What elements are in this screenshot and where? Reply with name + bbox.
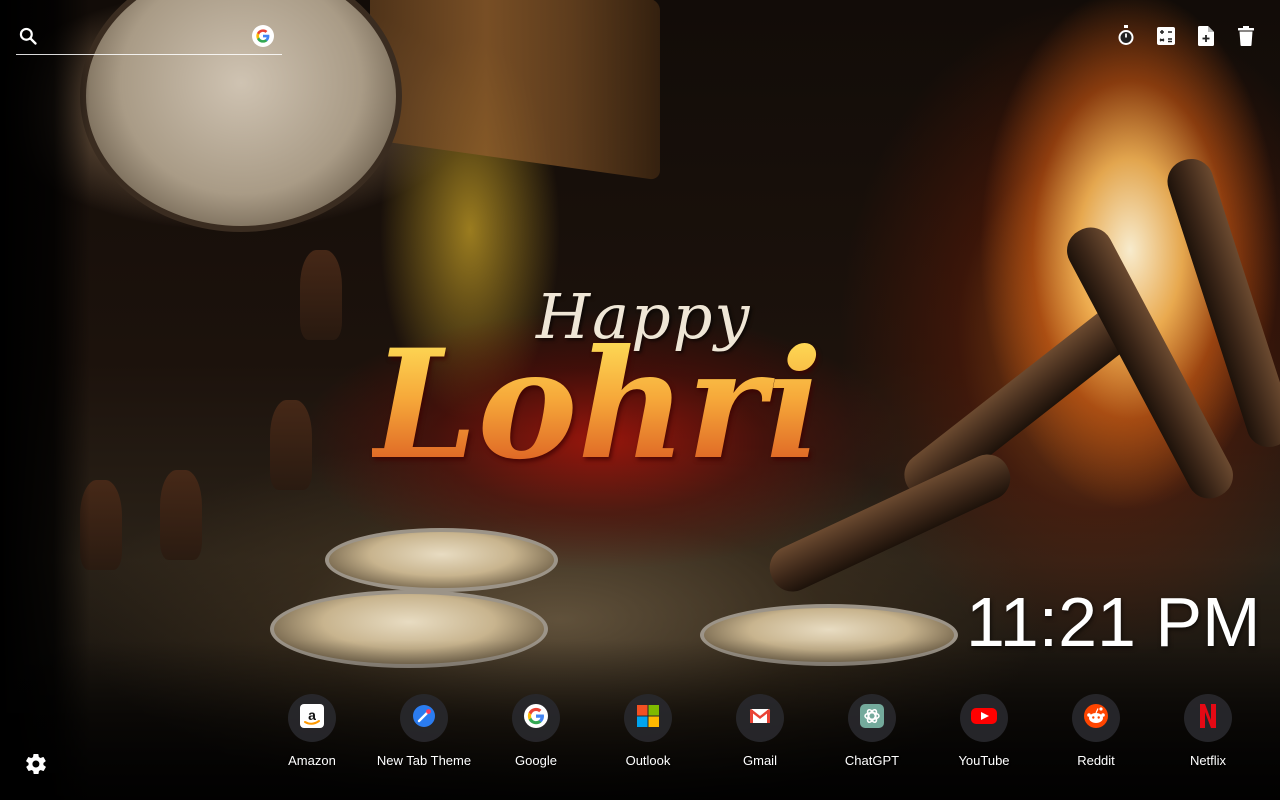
shortcut-label: ChatGPT [844, 753, 900, 768]
file-add-icon[interactable] [1196, 22, 1216, 50]
new-tab-page: Happy Lohri 11:21 PM a Amazon New Tab Th… [0, 0, 1280, 800]
chatgpt-icon [860, 703, 884, 733]
shortcut-tile[interactable] [1184, 694, 1232, 742]
google-icon[interactable] [252, 25, 274, 47]
gmail-icon [748, 704, 772, 733]
peanut-bowl [325, 528, 558, 592]
tassel-decoration [270, 400, 312, 490]
shortcut-label: YouTube [958, 753, 1010, 768]
shortcut-tile[interactable] [960, 694, 1008, 742]
dhol-drum-body [370, 0, 660, 181]
shortcut-youtube[interactable]: YouTube [928, 694, 1040, 768]
shortcut-label: Netflix [1189, 753, 1227, 768]
stopwatch-icon[interactable] [1116, 22, 1136, 50]
tassel-decoration [160, 470, 202, 560]
shortcut-gmail[interactable]: Gmail [704, 694, 816, 768]
microsoft-icon [636, 704, 660, 733]
amazon-icon: a [300, 703, 324, 733]
shortcut-tile[interactable] [624, 694, 672, 742]
top-toolbar [1116, 22, 1256, 50]
search-bar[interactable] [16, 18, 282, 55]
shortcut-amazon[interactable]: a Amazon [256, 694, 368, 768]
youtube-icon [971, 706, 997, 731]
tassel-decoration [300, 250, 342, 340]
shortcut-outlook[interactable]: Outlook [592, 694, 704, 768]
greeting-lohri: Lohri [372, 317, 823, 493]
wallpaper-background: Happy Lohri [0, 0, 1280, 800]
shortcut-label: Reddit [1077, 753, 1115, 768]
shortcut-new-tab-theme[interactable]: New Tab Theme [368, 694, 480, 768]
google-icon [524, 703, 548, 733]
trash-icon[interactable] [1236, 22, 1256, 50]
search-icon[interactable] [18, 26, 38, 46]
shortcut-label: Google [515, 753, 557, 768]
shortcut-chatgpt[interactable]: ChatGPT [816, 694, 928, 768]
shortcut-label: New Tab Theme [376, 753, 472, 768]
clock-display: 11:21 PM [966, 583, 1261, 661]
calculator-icon[interactable] [1156, 22, 1176, 50]
shortcut-tile[interactable] [400, 694, 448, 742]
shortcut-tile[interactable] [848, 694, 896, 742]
gear-icon[interactable] [24, 752, 48, 776]
shortcut-label: Gmail [743, 753, 777, 768]
shortcuts-bar: a Amazon New Tab Theme Google Outlook Gm… [256, 694, 1264, 768]
shortcut-tile[interactable]: a [288, 694, 336, 742]
shortcut-tile[interactable] [512, 694, 560, 742]
new-tab-theme-icon [412, 704, 436, 733]
shortcut-label: Outlook [625, 753, 671, 768]
shortcut-label: Amazon [288, 753, 336, 768]
reddit-icon [1084, 703, 1108, 733]
shortcut-tile[interactable] [736, 694, 784, 742]
shortcut-google[interactable]: Google [480, 694, 592, 768]
shortcut-netflix[interactable]: Netflix [1152, 694, 1264, 768]
shortcut-reddit[interactable]: Reddit [1040, 694, 1152, 768]
shortcut-tile[interactable] [1072, 694, 1120, 742]
search-input[interactable] [48, 22, 252, 52]
svg-text:a: a [308, 707, 316, 723]
netflix-icon [1199, 703, 1217, 733]
